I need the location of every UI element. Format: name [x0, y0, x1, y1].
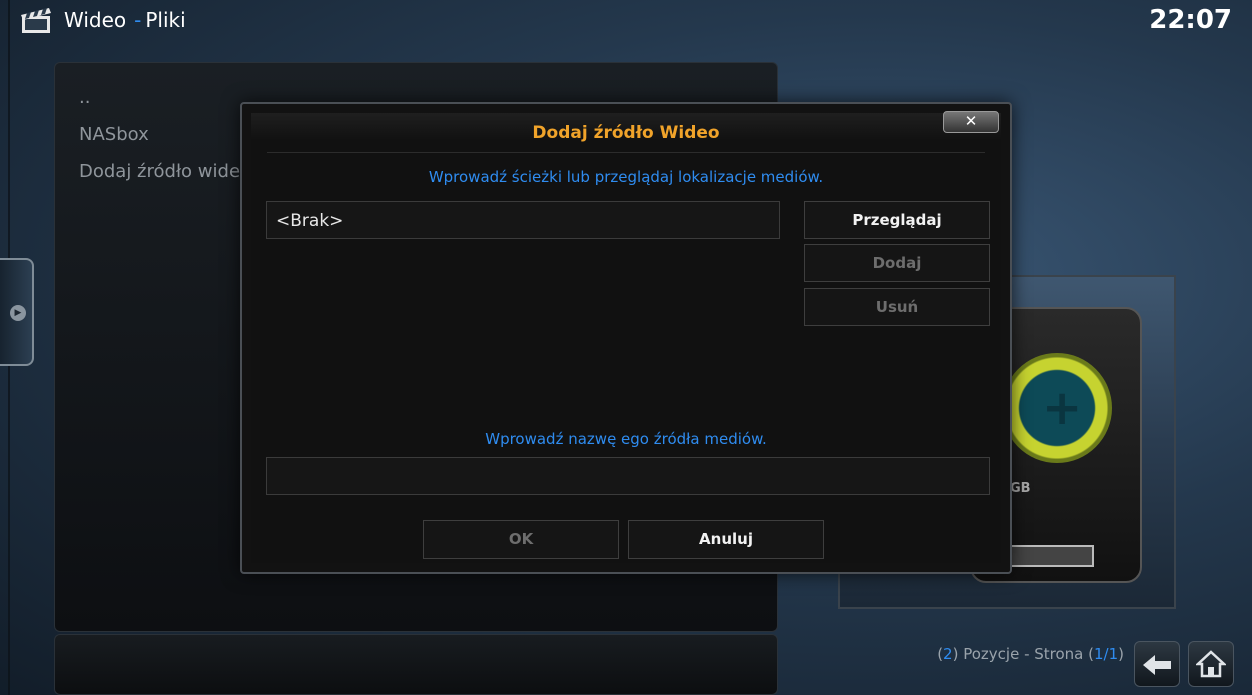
back-button[interactable] [1134, 641, 1180, 687]
add-badge-icon: + [1002, 353, 1112, 463]
status-text: Pozycje - Strona [958, 645, 1089, 663]
browse-button[interactable]: Przeglądaj [804, 201, 990, 239]
add-path-button[interactable]: Dodaj [804, 244, 990, 282]
header-bar: Wideo - Pliki 22:07 [0, 0, 1252, 44]
section-title: Wideo [64, 8, 127, 32]
title-separator: - [134, 8, 142, 32]
cancel-button[interactable]: Anuluj [628, 520, 824, 559]
name-prompt: Wprowadź nazwę ego źródła mediów. [485, 430, 767, 448]
back-arrow-icon [1143, 655, 1171, 675]
add-source-dialog: Dodaj źródło Wideo ✕ Wprowadź ścieżki lu… [240, 102, 1012, 574]
info-panel [54, 634, 778, 695]
path-prompt: Wprowadź ścieżki lub przeglądaj lokaliza… [428, 168, 824, 186]
side-menu-tab[interactable]: ▶ [0, 258, 34, 366]
ok-button[interactable]: OK [423, 520, 619, 559]
source-name-field[interactable] [266, 457, 990, 495]
arrow-right-icon: ▶ [10, 305, 26, 321]
list-item-parent[interactable]: .. [79, 87, 90, 108]
subsection-title: Pliki [145, 8, 186, 32]
close-icon: ✕ [964, 112, 978, 130]
drive-slot [1006, 545, 1094, 567]
list-item-add-source[interactable]: Dodaj źródło wideo [79, 161, 251, 182]
drive-capacity-label: GB [1010, 481, 1031, 496]
window-title: Wideo - Pliki [64, 8, 186, 32]
path-field[interactable]: <Brak> [266, 201, 780, 239]
plus-icon: + [1042, 380, 1083, 436]
clock: 22:07 [1149, 5, 1232, 35]
clapperboard-icon [21, 8, 51, 33]
page-indicator: 1/1 [1094, 645, 1119, 663]
home-icon [1194, 650, 1228, 678]
dialog-title: Dodaj źródło Wideo [532, 123, 720, 143]
list-item-nasbox[interactable]: NASbox [79, 124, 149, 145]
close-button[interactable]: ✕ [943, 111, 999, 133]
remove-path-button[interactable]: Usuń [804, 288, 990, 326]
title-divider [267, 152, 985, 153]
home-button[interactable] [1188, 641, 1234, 687]
dialog-body: Dodaj źródło Wideo ✕ Wprowadź ścieżki lu… [251, 111, 1001, 563]
item-count: 2 [943, 645, 953, 663]
item-count-status: (2) Pozycje - Strona (1/1) [937, 645, 1124, 663]
